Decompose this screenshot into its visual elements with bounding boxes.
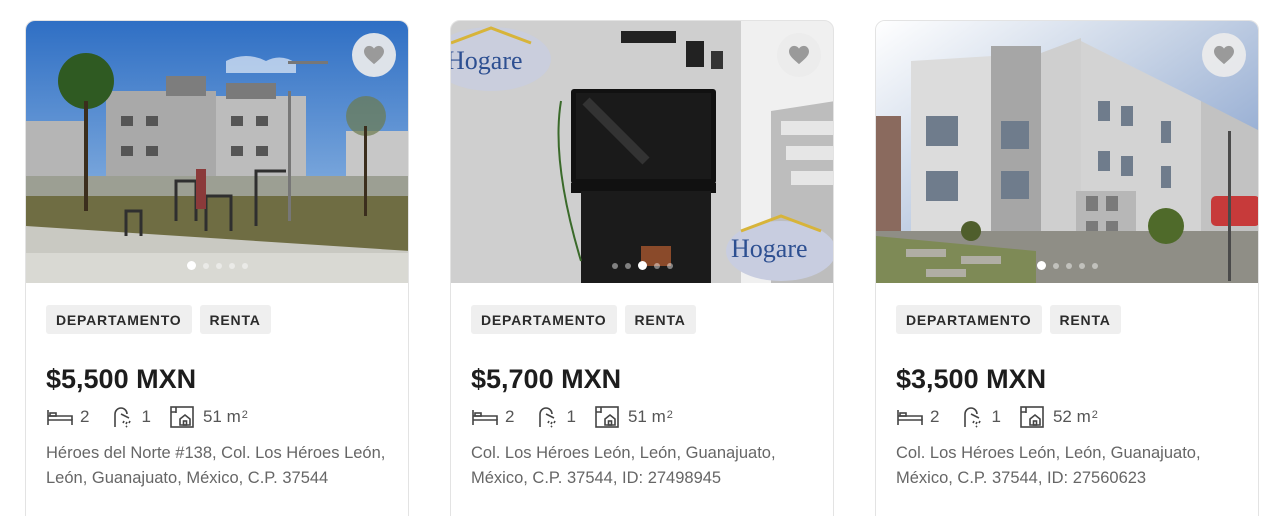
listing-card[interactable]: DEPARTAMENTO RENTA $5,500 MXN 2 1 51 m2 … — [25, 20, 409, 516]
badge-row: DEPARTAMENTO RENTA — [896, 305, 1238, 334]
listing-grid: DEPARTAMENTO RENTA $5,500 MXN 2 1 51 m2 … — [0, 0, 1284, 516]
carousel-dot[interactable] — [1091, 262, 1098, 269]
listing-card[interactable]: DEPARTAMENTO RENTA $3,500 MXN 2 1 52 m2 … — [875, 20, 1259, 516]
bed-icon — [897, 410, 923, 425]
carousel-dot[interactable] — [186, 261, 196, 270]
badge-row: DEPARTAMENTO RENTA — [471, 305, 813, 334]
carousel-dot[interactable] — [1078, 262, 1085, 269]
carousel-dot[interactable] — [1052, 262, 1059, 269]
bedrooms-count: 2 — [505, 407, 515, 426]
listing-price: $5,700 MXN — [471, 364, 622, 394]
bathrooms-count: 1 — [141, 407, 151, 426]
carousel-dot[interactable] — [215, 262, 222, 269]
area-value: 51 m — [202, 407, 241, 426]
favorite-button[interactable] — [352, 33, 396, 77]
carousel-dot[interactable] — [611, 262, 618, 269]
carousel-dot[interactable] — [202, 262, 209, 269]
watermark-text: Hogare — [451, 46, 523, 75]
bedrooms-count: 2 — [930, 407, 940, 426]
operation-badge: RENTA — [199, 305, 271, 334]
listing-details: DEPARTAMENTO RENTA $3,500 MXN 2 1 52 m2 … — [876, 283, 1258, 491]
area-unit-superscript: 2 — [241, 409, 248, 421]
area-icon — [595, 406, 619, 428]
listing-price: $5,500 MXN — [46, 364, 197, 394]
carousel-dot[interactable] — [624, 262, 631, 269]
listing-card[interactable]: Hogare Hogare DEPARTAMENTO RENTA $5,700 … — [450, 20, 834, 516]
listing-details: DEPARTAMENTO RENTA $5,500 MXN 2 1 51 m2 … — [26, 283, 408, 491]
heart-icon — [789, 45, 809, 65]
listing-photo[interactable] — [26, 21, 408, 283]
listing-photo-image — [26, 21, 408, 283]
listing-photo[interactable]: Hogare Hogare — [451, 21, 833, 283]
area-icon — [170, 406, 194, 428]
bed-icon — [472, 410, 498, 425]
shower-icon — [964, 407, 982, 428]
bathrooms: 1 — [957, 405, 1001, 429]
photo-carousel-dots — [451, 261, 833, 270]
bedrooms: 2 — [471, 405, 514, 429]
area: 51 m2 — [594, 405, 673, 429]
operation-badge: RENTA — [1049, 305, 1121, 334]
carousel-dot[interactable] — [1036, 261, 1046, 270]
area: 51 m2 — [169, 405, 248, 429]
feature-row: 2 1 52 m2 — [896, 405, 1238, 429]
bathrooms-count: 1 — [991, 407, 1001, 426]
area-unit-superscript: 2 — [666, 409, 673, 421]
heart-icon — [364, 45, 384, 65]
listing-address: Héroes del Norte #138, Col. Los Héroes L… — [46, 444, 386, 487]
carousel-dot[interactable] — [241, 262, 248, 269]
photo-carousel-dots — [26, 261, 408, 270]
feature-row: 2 1 51 m2 — [46, 405, 388, 429]
favorite-button[interactable] — [777, 33, 821, 77]
bed-icon — [47, 410, 73, 425]
listing-photo[interactable] — [876, 21, 1258, 283]
carousel-dot[interactable] — [653, 262, 660, 269]
listing-address: Col. Los Héroes León, León, Guanajuato, … — [471, 444, 776, 487]
shower-icon — [114, 407, 132, 428]
area-unit-superscript: 2 — [1091, 409, 1098, 421]
area-value: 51 m — [627, 407, 666, 426]
photo-carousel-dots — [876, 261, 1258, 270]
watermark-text: Hogare — [731, 234, 808, 263]
listing-price: $3,500 MXN — [896, 364, 1047, 394]
bedrooms-count: 2 — [80, 407, 90, 426]
bathrooms: 1 — [532, 405, 576, 429]
carousel-dot[interactable] — [228, 262, 235, 269]
heart-icon — [1214, 45, 1234, 65]
badge-row: DEPARTAMENTO RENTA — [46, 305, 388, 334]
bathrooms-count: 1 — [566, 407, 576, 426]
listing-details: DEPARTAMENTO RENTA $5,700 MXN 2 1 51 m2 … — [451, 283, 833, 491]
operation-badge: RENTA — [624, 305, 696, 334]
shower-icon — [539, 407, 557, 428]
area-icon — [1020, 406, 1044, 428]
listing-photo-image — [876, 21, 1258, 283]
feature-row: 2 1 51 m2 — [471, 405, 813, 429]
carousel-dot[interactable] — [1065, 262, 1072, 269]
property-type-badge: DEPARTAMENTO — [471, 305, 617, 334]
favorite-button[interactable] — [1202, 33, 1246, 77]
bathrooms: 1 — [107, 405, 151, 429]
property-type-badge: DEPARTAMENTO — [46, 305, 192, 334]
carousel-dot[interactable] — [637, 261, 647, 270]
bedrooms: 2 — [46, 405, 89, 429]
bedrooms: 2 — [896, 405, 939, 429]
area-value: 52 m — [1052, 407, 1091, 426]
carousel-dot[interactable] — [666, 262, 673, 269]
area: 52 m2 — [1019, 405, 1098, 429]
property-type-badge: DEPARTAMENTO — [896, 305, 1042, 334]
listing-address: Col. Los Héroes León, León, Guanajuato, … — [896, 444, 1201, 487]
listing-photo-image: Hogare Hogare — [451, 21, 833, 283]
